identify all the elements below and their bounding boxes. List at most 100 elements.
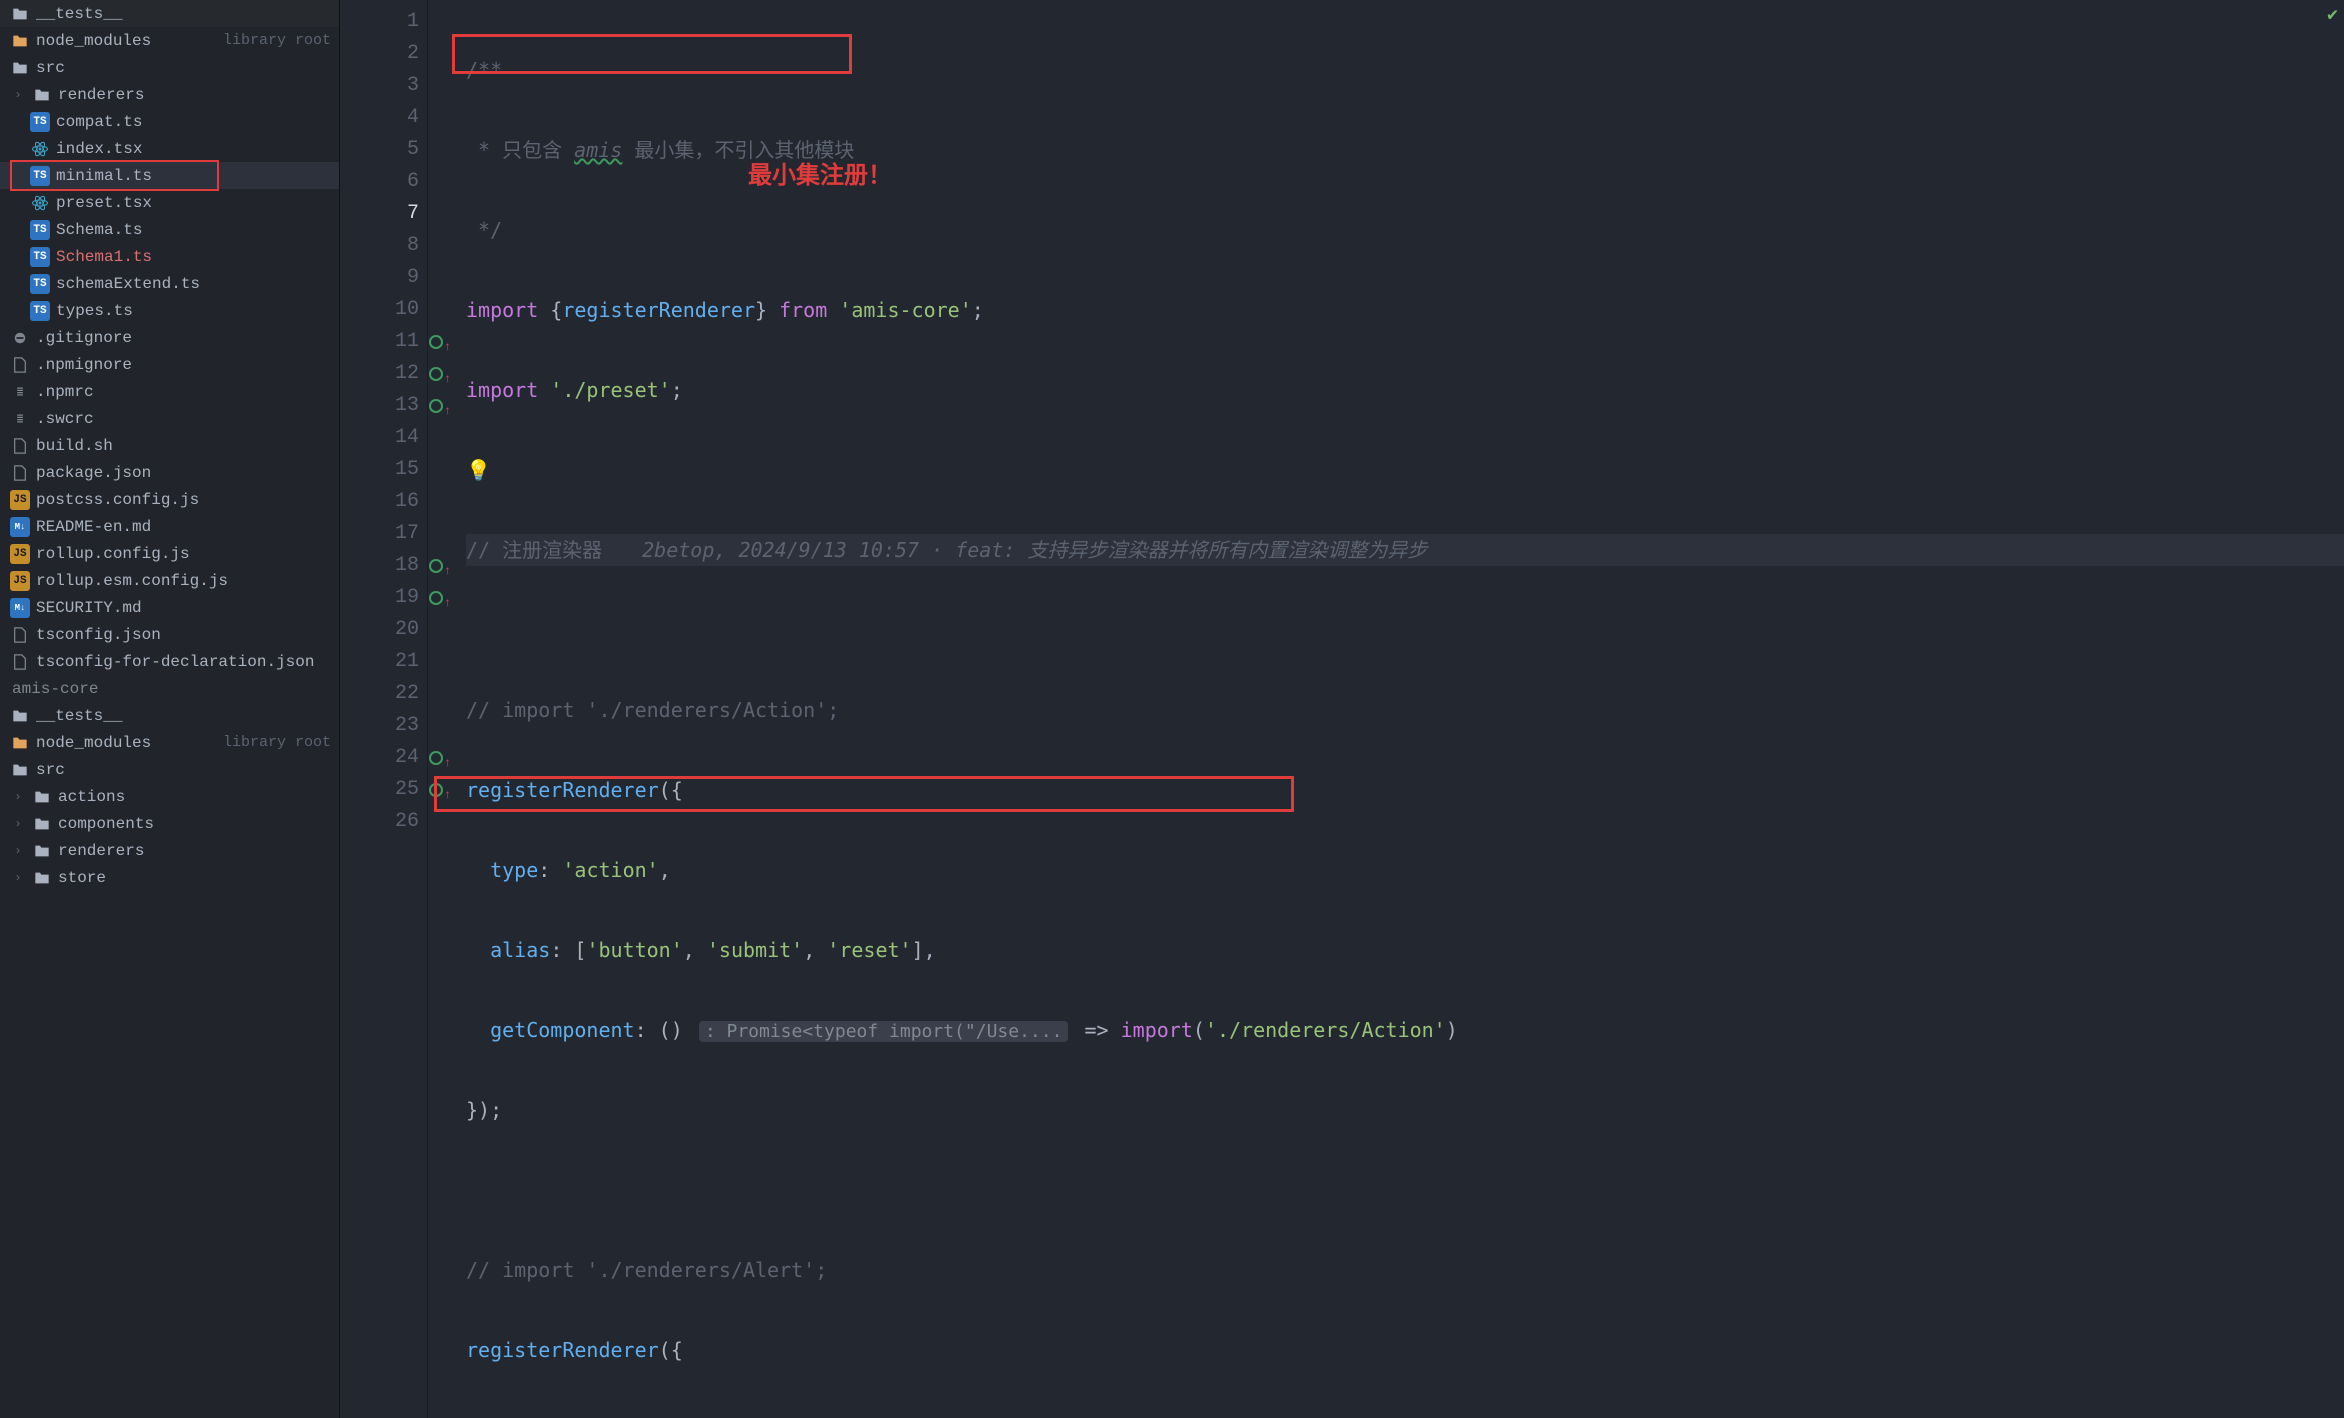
tree-item-rollup-esm[interactable]: JS rollup.esm.config.js xyxy=(0,567,339,594)
line-number: 20 xyxy=(340,614,419,646)
tree-label: node_modules xyxy=(36,734,217,752)
folder-icon xyxy=(32,85,52,105)
module-amis-core[interactable]: amis-core xyxy=(0,675,339,702)
typescript-icon: TS xyxy=(30,112,50,132)
tree-label: tsconfig.json xyxy=(36,626,331,644)
tree-item-tsconfig-decl[interactable]: tsconfig-for-declaration.json xyxy=(0,648,339,675)
tree-item-renderers[interactable]: › renderers xyxy=(0,81,339,108)
json-icon xyxy=(10,652,30,672)
code-line: getComponent: () : Promise<typeof import… xyxy=(466,1014,2344,1046)
tree-item-schema[interactable]: TS Schema.ts xyxy=(0,216,339,243)
tree-item-tsconfig[interactable]: tsconfig.json xyxy=(0,621,339,648)
tree-label: __tests__ xyxy=(36,5,331,23)
tree-item-schema1[interactable]: TS Schema1.ts xyxy=(0,243,339,270)
tree-item-swcrc[interactable]: ≣ .swcrc xyxy=(0,405,339,432)
line-number: 16 xyxy=(340,486,419,518)
folder-icon xyxy=(10,706,30,726)
tree-item-package-json[interactable]: package.json xyxy=(0,459,339,486)
code-line: // import './renderers/Action'; xyxy=(466,694,2344,726)
tree-label: minimal.ts xyxy=(56,167,331,185)
line-number: 13 xyxy=(340,390,419,422)
tree-item-security[interactable]: M↓ SECURITY.md xyxy=(0,594,339,621)
tree-item-gitignore[interactable]: .gitignore xyxy=(0,324,339,351)
line-number: 8 xyxy=(340,230,419,262)
chevron-right-icon[interactable]: › xyxy=(10,871,26,885)
tree-label: index.tsx xyxy=(56,140,331,158)
tree-item-preset[interactable]: preset.tsx xyxy=(0,189,339,216)
tree-item-actions[interactable]: › actions xyxy=(0,783,339,810)
typescript-icon: TS xyxy=(30,247,50,267)
tree-item-rollup[interactable]: JS rollup.config.js xyxy=(0,540,339,567)
typescript-icon: TS xyxy=(30,274,50,294)
tree-item-compat[interactable]: TS compat.ts xyxy=(0,108,339,135)
tree-label: compat.ts xyxy=(56,113,331,131)
config-icon: ≣ xyxy=(10,409,30,429)
code-area[interactable]: /** * 只包含 amis 最小集，不引入其他模块 */ import {re… xyxy=(428,0,2344,1418)
gitignore-icon xyxy=(10,328,30,348)
markdown-icon: M↓ xyxy=(10,598,30,618)
tree-item-build[interactable]: build.sh xyxy=(0,432,339,459)
tree-label: components xyxy=(58,815,331,833)
tree-item-types[interactable]: TS types.ts xyxy=(0,297,339,324)
tree-item-node-modules[interactable]: node_modules library root xyxy=(0,27,339,54)
tree-label: types.ts xyxy=(56,302,331,320)
code-line: /** xyxy=(466,54,2344,86)
tree-label: rollup.config.js xyxy=(36,545,331,563)
line-number: 23 xyxy=(340,710,419,742)
inspection-status[interactable]: ✔ ✓ 7 xyxy=(2327,4,2338,26)
react-icon xyxy=(30,193,50,213)
editor-gutter: 1 2 3 4 5 6 7 8 9 10 11 12 13 14 15 16 1… xyxy=(340,0,428,1418)
tree-item-postcss[interactable]: JS postcss.config.js xyxy=(0,486,339,513)
tree-label: preset.tsx xyxy=(56,194,331,212)
line-number: 4 xyxy=(340,102,419,134)
file-icon xyxy=(10,355,30,375)
library-root-hint: library root xyxy=(223,734,331,751)
tree-label: schemaExtend.ts xyxy=(56,275,331,293)
chevron-right-icon[interactable]: › xyxy=(10,88,26,102)
tree-item-npmrc[interactable]: ≣ .npmrc xyxy=(0,378,339,405)
tree-item-npmignore[interactable]: .npmignore xyxy=(0,351,339,378)
lightbulb-icon[interactable]: 💡 xyxy=(466,458,491,482)
tree-item-tests2[interactable]: __tests__ xyxy=(0,702,339,729)
tree-label: .gitignore xyxy=(36,329,331,347)
folder-icon xyxy=(32,787,52,807)
chevron-right-icon[interactable]: › xyxy=(10,844,26,858)
tree-label: .npmrc xyxy=(36,383,331,401)
project-tree[interactable]: __tests__ node_modules library root src … xyxy=(0,0,340,1418)
tree-item-readme[interactable]: M↓ README-en.md xyxy=(0,513,339,540)
chevron-right-icon[interactable]: › xyxy=(10,790,26,804)
code-line: type: 'alert', xyxy=(466,1414,2344,1418)
code-editor[interactable]: 1 2 3 4 5 6 7 8 9 10 11 12 13 14 15 16 1… xyxy=(340,0,2344,1418)
line-number: 22 xyxy=(340,678,419,710)
tree-item-src2[interactable]: src xyxy=(0,756,339,783)
react-icon xyxy=(30,139,50,159)
code-line: import {registerRenderer} from 'amis-cor… xyxy=(466,294,2344,326)
tree-item-src[interactable]: src xyxy=(0,54,339,81)
tree-label: src xyxy=(36,59,331,77)
tree-label: Schema1.ts xyxy=(56,248,331,266)
type-hint: : Promise<typeof import("/Use.... xyxy=(699,1021,1069,1042)
line-number: 9 xyxy=(340,262,419,294)
tree-item-schema-extend[interactable]: TS schemaExtend.ts xyxy=(0,270,339,297)
tree-label: build.sh xyxy=(36,437,331,455)
line-number: 26 xyxy=(340,806,419,838)
line-number: 25 xyxy=(340,774,419,806)
chevron-right-icon[interactable]: › xyxy=(10,817,26,831)
tree-item-renderers2[interactable]: › renderers xyxy=(0,837,339,864)
tree-item-tests-top[interactable]: __tests__ xyxy=(0,0,339,27)
tree-item-node-modules2[interactable]: node_modules library root xyxy=(0,729,339,756)
folder-icon xyxy=(10,760,30,780)
javascript-icon: JS xyxy=(10,490,30,510)
folder-icon xyxy=(10,733,30,753)
tree-label: SECURITY.md xyxy=(36,599,331,617)
tree-label: store xyxy=(58,869,331,887)
tree-item-components[interactable]: › components xyxy=(0,810,339,837)
tree-item-index[interactable]: index.tsx xyxy=(0,135,339,162)
tree-label: .swcrc xyxy=(36,410,331,428)
line-number: 10 xyxy=(340,294,419,326)
tree-item-store[interactable]: › store xyxy=(0,864,339,891)
shell-icon xyxy=(10,436,30,456)
tree-item-minimal[interactable]: TS minimal.ts xyxy=(0,162,339,189)
line-number: 24 xyxy=(340,742,419,774)
folder-icon xyxy=(10,58,30,78)
